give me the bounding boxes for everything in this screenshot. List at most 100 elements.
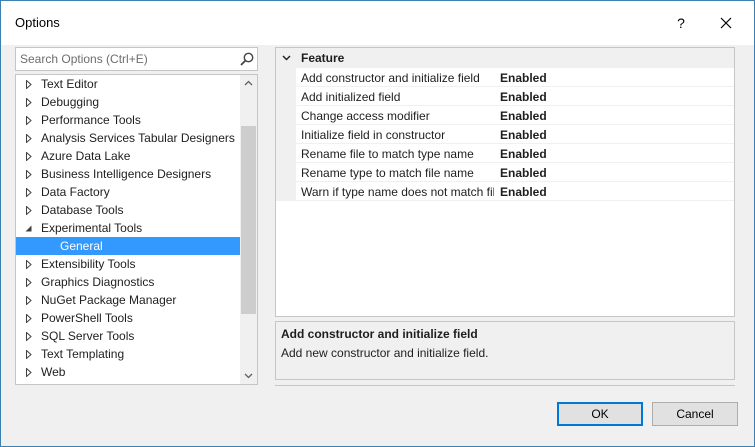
tree-item-label: Debugging bbox=[41, 95, 100, 109]
tree-item[interactable]: SQL Server Tools bbox=[16, 327, 240, 345]
tree-item[interactable]: NuGet Package Manager bbox=[16, 291, 240, 309]
collapsed-arrow-icon[interactable] bbox=[25, 152, 33, 161]
divider bbox=[275, 385, 735, 386]
window-title: Options bbox=[15, 15, 60, 30]
collapsed-arrow-icon[interactable] bbox=[25, 170, 33, 179]
tree-item-label: Business Intelligence Designers bbox=[41, 167, 212, 181]
property-value[interactable]: Enabled bbox=[500, 166, 547, 180]
tree-item[interactable]: Web bbox=[16, 363, 240, 381]
scrollbar-thumb[interactable] bbox=[241, 126, 256, 314]
property-name: Warn if type name does not match file na… bbox=[301, 185, 494, 199]
collapsed-arrow-icon[interactable] bbox=[25, 332, 33, 341]
property-name: Rename file to match type name bbox=[301, 147, 474, 161]
tree-item[interactable]: Debugging bbox=[16, 93, 240, 111]
property-row[interactable]: Change access modifier Enabled bbox=[276, 106, 734, 125]
collapsed-arrow-icon[interactable] bbox=[25, 260, 33, 269]
property-name: Rename type to match file name bbox=[301, 166, 474, 180]
collapsed-arrow-icon[interactable] bbox=[25, 80, 33, 89]
tree-item[interactable]: Graphics Diagnostics bbox=[16, 273, 240, 291]
tree-item[interactable]: PowerShell Tools bbox=[16, 309, 240, 327]
property-row[interactable]: Add initialized field Enabled bbox=[276, 87, 734, 106]
scroll-down-icon[interactable] bbox=[244, 373, 253, 379]
collapsed-arrow-icon[interactable] bbox=[25, 188, 33, 197]
tree-item[interactable]: Web Forms Designer bbox=[16, 381, 240, 384]
collapsed-arrow-icon[interactable] bbox=[25, 206, 33, 215]
options-dialog: Options ? Text Editor Debugging Performanc… bbox=[0, 0, 755, 447]
property-value[interactable]: Enabled bbox=[500, 128, 547, 142]
collapsed-arrow-icon[interactable] bbox=[25, 116, 33, 125]
tree-item-label: Web bbox=[41, 365, 66, 379]
property-value[interactable]: Enabled bbox=[500, 185, 547, 199]
tree-item-label: Database Tools bbox=[41, 203, 124, 217]
scroll-up-icon[interactable] bbox=[244, 80, 253, 86]
collapsed-arrow-icon[interactable] bbox=[25, 314, 33, 323]
expanded-arrow-icon[interactable] bbox=[25, 224, 33, 233]
collapsed-arrow-icon[interactable] bbox=[25, 278, 33, 287]
tree-item[interactable]: Extensibility Tools bbox=[16, 255, 240, 273]
row-gutter bbox=[276, 68, 296, 87]
search-input[interactable] bbox=[16, 48, 231, 70]
tree-item-label: PowerShell Tools bbox=[41, 311, 133, 325]
tree-item-label: Analysis Services Tabular Designers bbox=[41, 131, 235, 145]
tree-item-label: Azure Data Lake bbox=[41, 149, 131, 163]
tree-item-label: Experimental Tools bbox=[41, 221, 143, 235]
tree-item-label: Extensibility Tools bbox=[41, 257, 136, 271]
row-gutter bbox=[276, 182, 296, 201]
collapsed-arrow-icon[interactable] bbox=[25, 134, 33, 143]
tree-item[interactable]: General bbox=[16, 237, 240, 255]
row-gutter bbox=[276, 87, 296, 106]
tree-item[interactable]: Experimental Tools bbox=[16, 219, 240, 237]
close-button[interactable] bbox=[708, 9, 744, 37]
collapsed-arrow-icon[interactable] bbox=[25, 296, 33, 305]
collapsed-arrow-icon[interactable] bbox=[25, 350, 33, 359]
tree-item-label: Data Factory bbox=[41, 185, 110, 199]
property-value[interactable]: Enabled bbox=[500, 109, 547, 123]
tree-item[interactable]: Performance Tools bbox=[16, 111, 240, 129]
tree-item[interactable]: Azure Data Lake bbox=[16, 147, 240, 165]
search-icon[interactable] bbox=[239, 51, 255, 67]
row-gutter bbox=[276, 106, 296, 125]
tree-item-label: General bbox=[60, 239, 103, 253]
help-button[interactable]: ? bbox=[665, 9, 697, 37]
property-name: Initialize field in constructor bbox=[301, 128, 446, 142]
property-value[interactable]: Enabled bbox=[500, 71, 547, 85]
tree-item-label: Text Editor bbox=[41, 77, 98, 91]
category-title: Feature bbox=[301, 51, 345, 65]
collapsed-arrow-icon[interactable] bbox=[25, 98, 33, 107]
chevron-down-icon[interactable] bbox=[282, 55, 291, 61]
tree-item[interactable]: Database Tools bbox=[16, 201, 240, 219]
row-gutter bbox=[276, 163, 296, 182]
property-row[interactable]: Add constructor and initialize field Enab… bbox=[276, 68, 734, 87]
tree-item-label: Text Templating bbox=[41, 347, 125, 361]
description-panel: Add constructor and initialize field Add… bbox=[275, 321, 735, 380]
row-divider bbox=[296, 200, 734, 201]
tree-scrollbar[interactable] bbox=[240, 75, 257, 384]
tree-item-label: NuGet Package Manager bbox=[41, 293, 177, 307]
collapsed-arrow-icon[interactable] bbox=[25, 368, 33, 377]
tree-list: Text Editor Debugging Performance Tools Ana… bbox=[16, 75, 240, 384]
property-name: Change access modifier bbox=[301, 109, 430, 123]
title-bar[interactable]: Options ? bbox=[1, 1, 754, 45]
ok-button[interactable]: OK bbox=[557, 402, 643, 426]
tree-item[interactable]: Text Templating bbox=[16, 345, 240, 363]
category-row[interactable]: Feature bbox=[276, 48, 734, 68]
property-row[interactable]: Rename file to match type name Enabled bbox=[276, 144, 734, 163]
tree-item[interactable]: Text Editor bbox=[16, 75, 240, 93]
property-value[interactable]: Enabled bbox=[500, 90, 547, 104]
property-row[interactable]: Initialize field in constructor Enabled bbox=[276, 125, 734, 144]
property-row[interactable]: Warn if type name does not match file na… bbox=[276, 182, 734, 201]
search-box[interactable] bbox=[15, 47, 258, 71]
options-tree: Text Editor Debugging Performance Tools Ana… bbox=[15, 74, 258, 385]
property-name: Add initialized field bbox=[301, 90, 401, 104]
tree-item[interactable]: Business Intelligence Designers bbox=[16, 165, 240, 183]
tree-item-label: Graphics Diagnostics bbox=[41, 275, 155, 289]
cancel-button[interactable]: Cancel bbox=[652, 402, 738, 426]
property-row[interactable]: Rename type to match file name Enabled bbox=[276, 163, 734, 182]
row-gutter bbox=[276, 125, 296, 144]
property-value[interactable]: Enabled bbox=[500, 147, 547, 161]
row-gutter bbox=[276, 144, 296, 163]
tree-item-label: SQL Server Tools bbox=[41, 329, 135, 343]
tree-item[interactable]: Analysis Services Tabular Designers bbox=[16, 129, 240, 147]
close-icon bbox=[720, 17, 732, 29]
tree-item[interactable]: Data Factory bbox=[16, 183, 240, 201]
